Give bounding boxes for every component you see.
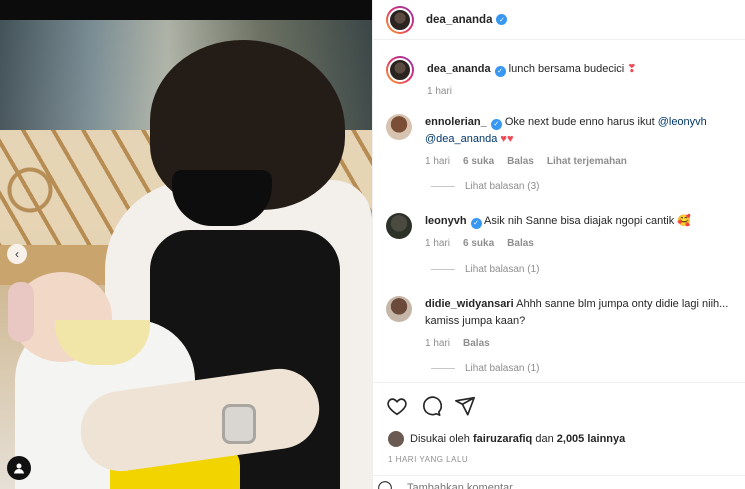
commenter-avatar[interactable] xyxy=(386,296,412,322)
post-date: 1 HARI YANG LALU xyxy=(388,455,469,464)
view-replies-button[interactable]: Lihat balasan (3) xyxy=(431,181,540,192)
verified-badge-icon: ✓ xyxy=(470,218,482,229)
commenter-avatar[interactable] xyxy=(386,114,412,140)
caption-time: 1 hari xyxy=(427,86,453,97)
emoji-icon[interactable] xyxy=(377,480,393,489)
share-send-icon[interactable] xyxy=(454,395,476,417)
mention-link[interactable]: @leonyvh xyxy=(658,116,707,128)
commenter-username[interactable]: leonyvh xyxy=(425,215,467,227)
commenter-avatar[interactable] xyxy=(386,213,412,239)
comment-time: 1 hari xyxy=(425,238,451,249)
verified-badge-icon: ✓ xyxy=(496,14,508,25)
post-header: dea_ananda ✓ xyxy=(373,0,745,40)
author-avatar[interactable] xyxy=(386,5,414,34)
reply-button[interactable]: Balas xyxy=(463,335,490,352)
view-replies-label: Lihat balasan (1) xyxy=(465,264,540,275)
caption-entry: dea_ananda ✓ lunch bersama budecici ❣ 1 h… xyxy=(386,56,741,100)
tagged-user-button[interactable] xyxy=(7,456,31,480)
comment-time: 1 hari xyxy=(425,338,451,349)
smiling-face-hearts-icon: 🥰 xyxy=(677,215,691,227)
verified-badge-icon: ✓ xyxy=(494,66,506,77)
likes-others[interactable]: 2,005 lainnya xyxy=(557,433,626,445)
reply-button[interactable]: Balas xyxy=(507,153,534,170)
comment-icon[interactable] xyxy=(420,395,442,417)
commenter-username[interactable]: ennolerian_ xyxy=(425,116,487,128)
view-replies-label: Lihat balasan (3) xyxy=(465,181,540,192)
heart-exclamation-icon: ❣ xyxy=(627,63,637,75)
photo-baby-headband xyxy=(8,282,34,342)
reply-button[interactable]: Balas xyxy=(507,235,534,252)
likes-joiner: dan xyxy=(535,433,554,445)
view-replies-button[interactable]: Lihat balasan (1) xyxy=(431,363,540,374)
photo-watch xyxy=(222,404,256,444)
comment-likes[interactable]: 6 suka xyxy=(463,153,494,170)
previous-image-button[interactable]: ‹ xyxy=(7,244,27,264)
caption-text: lunch bersama budecici xyxy=(508,63,625,75)
comment-input[interactable] xyxy=(407,481,657,489)
author-username[interactable]: dea_ananda xyxy=(426,14,492,26)
post-photo xyxy=(0,20,372,489)
post-actions: Disukai oleh fairuzarafiq dan 2,005 lain… xyxy=(373,382,745,489)
comment-time: 1 hari xyxy=(425,156,451,167)
caption-username[interactable]: dea_ananda xyxy=(427,63,491,75)
chevron-left-icon: ‹ xyxy=(15,247,19,261)
likes-prefix: Disukai oleh xyxy=(410,433,470,445)
comment-item: leonyvh ✓ Asik nih Sanne bisa diajak ngop… xyxy=(386,213,741,252)
view-replies-button[interactable]: Lihat balasan (1) xyxy=(431,264,540,275)
post-sidebar: dea_ananda ✓ dea_ananda ✓ lunch bersama b… xyxy=(372,0,745,489)
comment-text: Asik nih Sanne bisa diajak ngopi cantik xyxy=(484,215,675,227)
verified-badge-icon: ✓ xyxy=(490,119,502,130)
user-icon xyxy=(14,463,24,474)
heart-icon[interactable] xyxy=(386,395,408,417)
liker-avatar xyxy=(388,431,404,447)
view-replies-label: Lihat balasan (1) xyxy=(465,363,540,374)
add-comment-bar xyxy=(373,475,745,489)
mention-link[interactable]: @dea_ananda xyxy=(425,133,497,145)
commenter-username[interactable]: didie_widyansari xyxy=(425,298,514,310)
post-media: ‹ xyxy=(0,0,372,489)
translate-button[interactable]: Lihat terjemahan xyxy=(547,153,627,170)
caption-avatar[interactable] xyxy=(386,56,414,84)
comment-likes[interactable]: 6 suka xyxy=(463,235,494,252)
liker-username[interactable]: fairuzarafiq xyxy=(473,433,532,445)
comment-item: didie_widyansari Ahhh sanne blm jumpa on… xyxy=(386,296,741,352)
likes-summary[interactable]: Disukai oleh fairuzarafiq dan 2,005 lain… xyxy=(388,431,625,447)
heart-emoji-icon: ♥♥ xyxy=(500,133,514,145)
comments-list: dea_ananda ✓ lunch bersama budecici ❣ 1 h… xyxy=(373,40,745,382)
comment-text: Oke next bude enno harus ikut xyxy=(504,116,655,128)
comment-item: ennolerian_ ✓ Oke next bude enno harus ik… xyxy=(386,114,741,170)
